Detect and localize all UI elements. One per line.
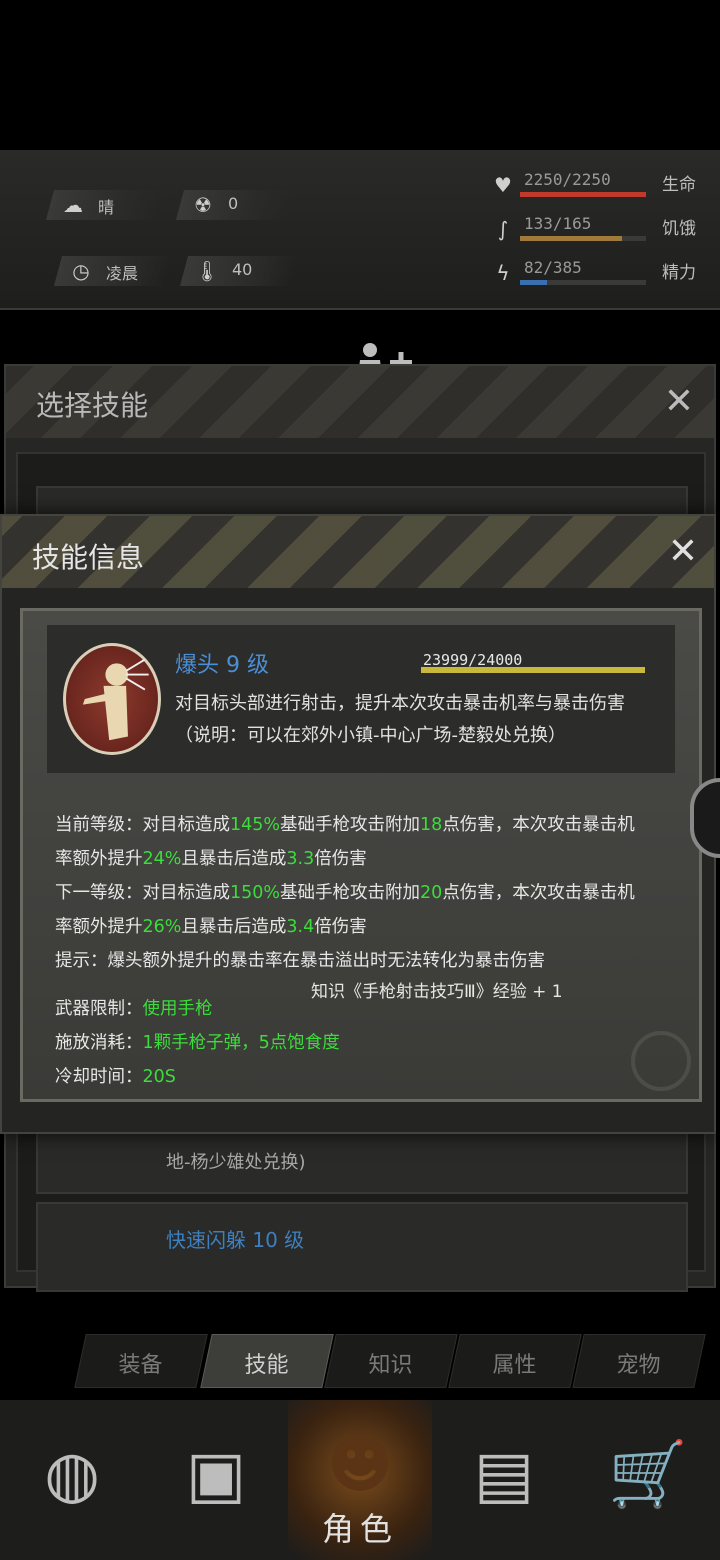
radiation-watermark-icon xyxy=(631,1031,691,1091)
energy-bar xyxy=(520,280,646,285)
status-bar: ☁ 晴 ☢ 0 ◷ 凌晨 🌡 40 ♥ 2250/2250 生命 ∫ 133/1… xyxy=(0,150,720,433)
radiation-pill: ☢ 0 xyxy=(175,190,295,220)
health-bar xyxy=(520,192,646,197)
tab-knowledge[interactable]: 知识 xyxy=(324,1334,458,1388)
tab-skills[interactable]: 技能 xyxy=(200,1334,334,1388)
vital-health: ♥ 2250/2250 生命 xyxy=(490,170,700,202)
close-icon[interactable]: ✕ xyxy=(668,532,698,572)
nav-character[interactable]: ☻ 角色 xyxy=(288,1400,432,1560)
globe-icon: ◍ xyxy=(44,1438,100,1512)
skill-header: 爆头 9 级 23999/24000 对目标头部进行射击，提升本次攻击暴击机率与… xyxy=(47,625,675,773)
skill-tip: 提示：爆头额外提升的暴击率在暴击溢出时无法转化为暴击伤害 xyxy=(55,951,545,971)
heart-icon: ♥ xyxy=(494,173,512,197)
weather-pill: ☁ 晴 xyxy=(45,190,165,220)
cooldown: 冷却时间：20S xyxy=(55,1067,176,1087)
cart-icon: 🛒 xyxy=(608,1438,688,1512)
nav-radio[interactable]: ▤ xyxy=(432,1400,576,1560)
cloud-sun-icon: ☁ xyxy=(63,193,83,217)
stomach-icon: ∫ xyxy=(497,217,509,241)
weapon-restriction: 武器限制：使用手枪 xyxy=(55,999,213,1019)
character-tabs: 装备 技能 知识 属性 宠物 xyxy=(70,1334,710,1388)
vital-energy: ϟ 82/385 精力 xyxy=(490,258,700,290)
knowledge-exp: 知识《手枪射击技巧Ⅲ》经验 + 1 xyxy=(311,982,563,1002)
skill-info-title: 技能信息 xyxy=(32,541,145,574)
skill-name: 爆头 9 级 xyxy=(175,653,269,678)
vital-hunger: ∫ 133/165 饥饿 xyxy=(490,214,700,246)
current-level-line-1: 当前等级：对目标造成145%基础手枪攻击附加18点伤害，本次攻击暴击机 xyxy=(55,815,635,835)
skill-info-card: 爆头 9 级 23999/24000 对目标头部进行射击，提升本次攻击暴击机率与… xyxy=(20,608,702,1102)
clock-icon: ◷ xyxy=(72,259,90,283)
tab-attributes[interactable]: 属性 xyxy=(448,1334,582,1388)
time-pill: ◷ 凌晨 xyxy=(53,256,173,286)
radiation-value: 0 xyxy=(228,194,239,213)
skill-info-modal: 技能信息 ✕ 爆头 9 级 23999/24000 对目标头部进行射击，提升本次… xyxy=(0,514,716,1134)
next-level-line-1: 下一等级：对目标造成150%基础手枪攻击附加20点伤害，本次攻击暴击机 xyxy=(55,883,635,903)
temperature-value: 40 xyxy=(232,260,253,279)
character-icon: ☻ xyxy=(326,1428,394,1502)
nav-shop[interactable]: 🛒 xyxy=(576,1400,720,1560)
bottom-navigation: ◍ ▣ ☻ 角色 ▤ 🛒 xyxy=(0,1400,720,1560)
next-level-line-2: 率额外提升26%且暴击后造成3.4倍伤害 xyxy=(55,917,367,937)
tab-pets[interactable]: 宠物 xyxy=(572,1334,706,1388)
skill-description: 对目标头部进行射击，提升本次攻击暴击机率与暴击伤害 xyxy=(175,693,625,714)
headshot-skill-icon xyxy=(63,643,161,755)
select-skill-title: 选择技能 xyxy=(36,389,149,422)
radio-icon: ▤ xyxy=(473,1438,535,1512)
energy-icon: ϟ xyxy=(496,261,510,285)
select-skill-close-icon[interactable]: ✕ xyxy=(664,382,694,422)
cast-cost: 施放消耗：1颗手枪子弹，5点饱食度 xyxy=(55,1033,340,1053)
backpack-icon: ▣ xyxy=(185,1438,247,1512)
radiation-icon: ☢ xyxy=(194,193,212,217)
temperature-pill: 🌡 40 xyxy=(179,256,299,286)
nav-map[interactable]: ◍ xyxy=(0,1400,144,1560)
thermometer-icon: 🌡 xyxy=(194,259,220,283)
weather-text: 晴 xyxy=(98,198,115,217)
hunger-bar xyxy=(520,236,646,241)
list-item[interactable]: 快速闪躲 10 级 xyxy=(36,1202,688,1292)
nav-character-label: 角色 xyxy=(321,1510,398,1548)
nav-backpack[interactable]: ▣ xyxy=(144,1400,288,1560)
time-of-day-text: 凌晨 xyxy=(106,264,139,283)
top-blackout xyxy=(0,0,720,150)
current-level-line-2: 率额外提升24%且暴击后造成3.3倍伤害 xyxy=(55,849,367,869)
tab-equipment[interactable]: 装备 xyxy=(74,1334,208,1388)
skill-note: （说明：可以在郊外小镇-中心广场-楚毅处兑换） xyxy=(175,725,566,746)
exp-bar xyxy=(421,667,645,673)
